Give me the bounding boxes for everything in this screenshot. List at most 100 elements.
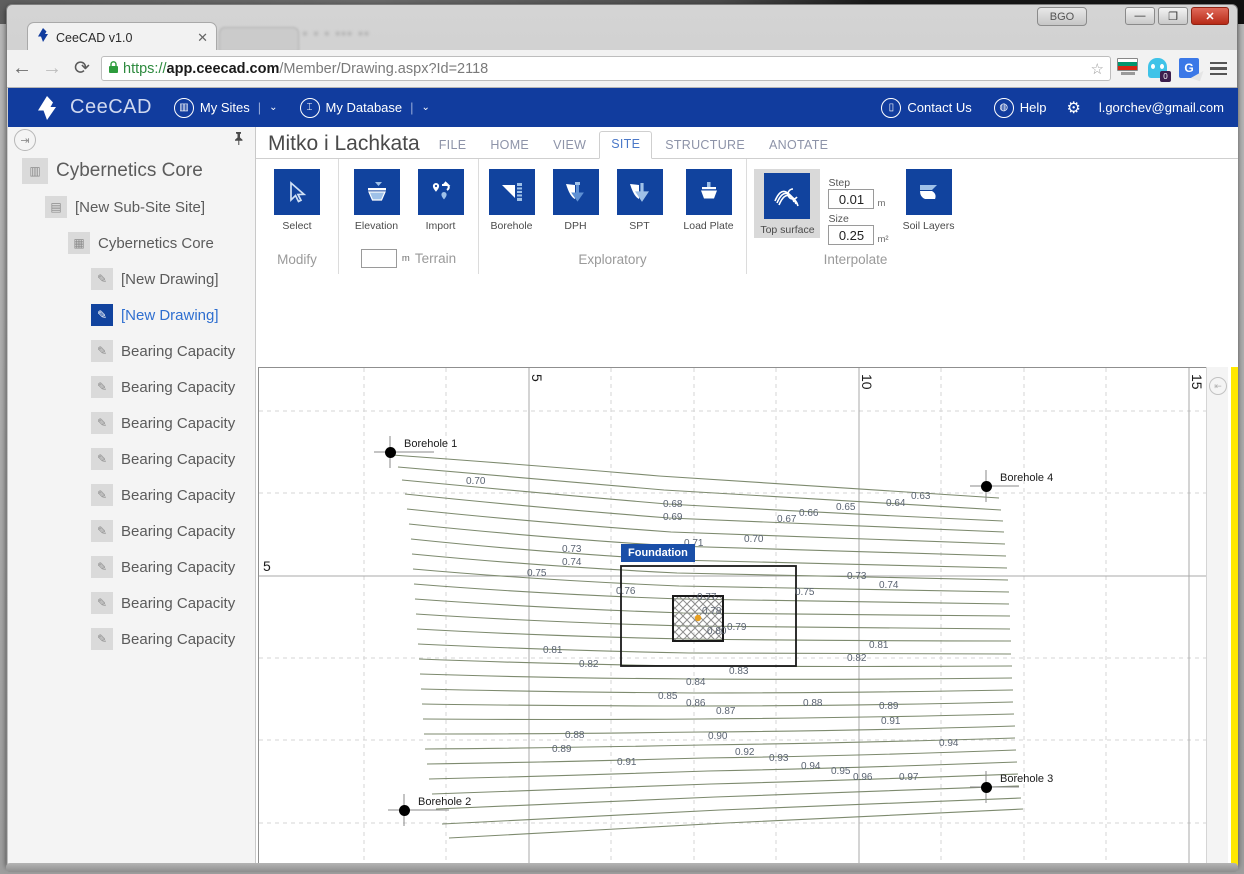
contour-label-5: 0.65 <box>836 502 856 513</box>
ribbon-tab-structure[interactable]: STRUCTURE <box>654 133 756 159</box>
tree-item-8[interactable]: ✎ Bearing Capacity <box>8 441 255 477</box>
group-label-modify: Modify <box>277 252 317 267</box>
my-database-menu[interactable]: ⌶ My Database | ⌄ <box>299 97 430 118</box>
tree-item-5[interactable]: ✎ Bearing Capacity <box>8 333 255 369</box>
contour-label-22: 0.83 <box>729 666 749 677</box>
borehole-marker-2[interactable] <box>981 481 992 492</box>
back-icon[interactable]: ← <box>7 57 37 80</box>
ribbon-tab-view[interactable]: VIEW <box>542 133 597 159</box>
contact-us-link[interactable]: ▯ Contact Us <box>881 97 972 118</box>
load-plate-button[interactable]: Load Plate <box>676 169 742 232</box>
borehole-label: Borehole <box>490 220 533 232</box>
tree-item-3[interactable]: ✎ [New Drawing] <box>8 261 255 297</box>
forward-icon[interactable]: → <box>37 57 67 80</box>
terrain-unit: m <box>401 253 410 264</box>
sidebar-collapse-icon[interactable]: ⇥ <box>14 129 36 151</box>
ribbon-tab-home[interactable]: HOME <box>479 133 540 159</box>
ceecad-mark-icon <box>38 95 56 120</box>
ribbon-tab-site[interactable]: SITE <box>599 131 653 159</box>
borehole-marker-3[interactable] <box>399 805 410 816</box>
tree-item-label: Bearing Capacity <box>121 630 236 648</box>
soil-layers-icon <box>905 169 952 215</box>
contour-label-14: 0.74 <box>879 580 899 591</box>
tree-item-label: Bearing Capacity <box>121 486 236 504</box>
borehole-label-1: Borehole 1 <box>404 438 458 450</box>
tree-item-6[interactable]: ✎ Bearing Capacity <box>8 369 255 405</box>
bookmark-star-icon[interactable]: ☆ <box>1091 60 1104 78</box>
dph-button[interactable]: DPH <box>548 169 604 232</box>
ribbon-tab-file[interactable]: FILE <box>428 133 478 159</box>
elevation-button[interactable]: Elevation <box>349 169 405 232</box>
ribbon-tabbar: Mitko i Lachkata FILE HOME VIEW SITE STRUCTU… <box>256 127 1238 159</box>
drawing-canvas-area[interactable]: 5101550Borehole 1Borehole 4Borehole 2Bor… <box>256 367 1238 866</box>
drawing-icon: ✎ <box>91 304 113 326</box>
brand-name: CeeCAD <box>70 96 152 118</box>
browser-tab-title: CeeCAD v1.0 <box>56 30 133 45</box>
tree-item-9[interactable]: ✎ Bearing Capacity <box>8 477 255 513</box>
my-sites-label: My Sites <box>199 100 250 115</box>
my-sites-menu[interactable]: ▥ My Sites | ⌄ <box>173 97 278 118</box>
spt-label: SPT <box>629 220 650 232</box>
size-input[interactable]: 0.25 <box>828 225 875 245</box>
sidebar-tree-panel: ⇥ ▥ Cybernetics Core ▤ [New Sub-Site Site] ▦… <box>8 127 256 866</box>
gear-icon[interactable]: ⚙ <box>1066 98 1080 118</box>
contour-label-38: 0.95 <box>831 766 851 777</box>
ceecad-logo[interactable]: CeeCAD <box>34 95 152 121</box>
contour-label-1: 0.68 <box>663 499 683 510</box>
tree-item-12[interactable]: ✎ Bearing Capacity <box>8 585 255 621</box>
contour-label-18: 0.81 <box>543 645 563 656</box>
tree-item-1[interactable]: ▤ [New Sub-Site Site] <box>8 189 255 225</box>
tree-item-2[interactable]: ▦ Cybernetics Core <box>8 225 255 261</box>
flag-bulgaria-icon[interactable] <box>1117 57 1139 80</box>
step-label: Step <box>828 177 851 189</box>
size-unit: m² <box>877 234 889 245</box>
ribbon-body: Select Modify Elevation Import m Terrain… <box>256 159 1238 274</box>
interpolate-fields: Step 0.01 m Size 0.25 m² <box>828 169 889 245</box>
google-translate-icon[interactable]: G <box>1179 57 1204 81</box>
tree-item-10[interactable]: ✎ Bearing Capacity <box>8 513 255 549</box>
sidebar-pin-icon[interactable] <box>232 131 245 149</box>
contour-label-39: 0.96 <box>853 772 873 783</box>
browser-new-tab-button[interactable] <box>219 27 299 52</box>
tree-item-11[interactable]: ✎ Bearing Capacity <box>8 549 255 585</box>
gutter-collapse-icon[interactable]: ⇤ <box>1209 377 1227 395</box>
tree-item-13[interactable]: ✎ Bearing Capacity <box>8 621 255 657</box>
chevron-down-icon-2[interactable]: ⌄ <box>422 102 430 113</box>
contour-label-2: 0.69 <box>663 512 683 523</box>
contour-label-37: 0.94 <box>801 761 821 772</box>
tree-item-7[interactable]: ✎ Bearing Capacity <box>8 405 255 441</box>
borehole-marker-4[interactable] <box>981 782 992 793</box>
reload-icon[interactable]: ⟳ <box>67 57 97 80</box>
drawing-icon: ✎ <box>91 556 113 578</box>
chrome-menu-icon[interactable] <box>1210 61 1227 76</box>
contour-label-0: 0.70 <box>466 476 486 487</box>
drawing-icon: ✎ <box>91 448 113 470</box>
tree-item-0[interactable]: ▥ Cybernetics Core <box>8 153 255 189</box>
tab-close-icon[interactable]: ✕ <box>197 30 208 46</box>
step-input[interactable]: 0.01 <box>828 189 875 209</box>
contour-label-6: 0.64 <box>886 498 906 509</box>
borehole-icon <box>488 169 535 215</box>
ghostery-icon[interactable]: 0 <box>1148 57 1171 82</box>
contour-label-16: 0.75 <box>795 587 815 598</box>
user-email-label[interactable]: l.gorchev@gmail.com <box>1099 100 1224 115</box>
terrain-value-input[interactable] <box>360 249 397 268</box>
spt-button[interactable]: SPT <box>612 169 668 232</box>
top-surface-label: Top surface <box>760 224 815 236</box>
borehole-button[interactable]: Borehole <box>484 169 540 232</box>
foundation-label-tag[interactable]: Foundation <box>621 544 695 562</box>
select-button[interactable]: Select <box>269 169 325 232</box>
chevron-down-icon[interactable]: ⌄ <box>269 102 277 113</box>
ribbon-tab-anotate[interactable]: ANOTATE <box>758 133 839 159</box>
help-link[interactable]: ◍ Help <box>993 97 1046 118</box>
drawing-canvas[interactable]: 5101550Borehole 1Borehole 4Borehole 2Bor… <box>258 367 1206 866</box>
top-surface-button[interactable]: Top surface <box>754 169 821 238</box>
address-bar[interactable]: https://app.ceecad.com/Member/Drawing.as… <box>101 56 1111 81</box>
browser-tab-ceecad[interactable]: CeeCAD v1.0 ✕ <box>27 22 217 52</box>
window-bottom-scrollbar[interactable] <box>6 863 1238 872</box>
soil-layers-button[interactable]: Soil Layers <box>901 169 957 232</box>
import-button[interactable]: Import <box>413 169 469 232</box>
borehole-marker-1[interactable] <box>385 447 396 458</box>
tree-item-4[interactable]: ✎ [New Drawing] <box>8 297 255 333</box>
contour-label-19: 0.81 <box>869 640 889 651</box>
